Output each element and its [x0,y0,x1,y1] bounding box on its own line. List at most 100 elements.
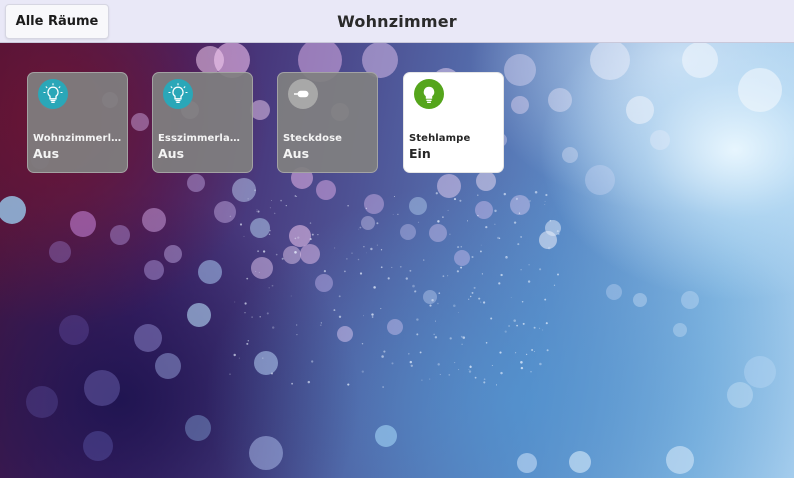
device-name: Esszimmerlam… [158,133,248,144]
sparkle-dot [361,342,364,345]
bokeh-spot [364,194,384,214]
sparkle-dot [448,374,451,376]
sparkle-dot [539,327,541,329]
bokeh-spot [400,224,416,240]
sparkle-dot [334,247,336,249]
sparkle-dot [479,250,482,253]
sparkle-dot [454,362,456,364]
sparkle-dot [471,291,474,294]
sparkle-dot [271,200,272,201]
sparkle-dot [557,233,560,235]
sparkle-dot [457,311,459,313]
sparkle-dot [294,251,297,254]
sparkle-dot [359,272,363,275]
sparkle-dot [539,362,542,366]
sparkle-dot [533,326,536,329]
sparkle-dot [437,302,439,305]
bokeh-spot [606,284,622,300]
bokeh-spot [738,68,782,112]
bokeh-spot [251,257,273,279]
sparkle-dot [549,219,552,222]
sparkle-dot [392,213,394,215]
sparkle-dot [416,333,419,336]
bokeh-spot [196,46,224,74]
sparkle-dot [409,269,412,272]
sparkle-dot [268,233,271,236]
sparkle-dot [365,207,368,209]
bokeh-spot [510,195,530,215]
device-tile-wohnzimmerlampe[interactable]: Wohnzimmerla… Aus [27,72,128,173]
bokeh-spot [49,241,71,263]
bokeh-spot [423,290,437,304]
bokeh-spot [131,113,149,131]
bokeh-spot [666,446,694,474]
device-tile-esszimmerlampe[interactable]: Esszimmerlam… Aus [152,72,253,173]
sparkle-dot [503,192,507,196]
bokeh-spot [164,245,182,263]
bokeh-spot [187,303,211,327]
bokeh-spot [198,260,222,284]
sparkle-dot [460,245,463,248]
sparkle-dot [494,209,497,213]
bokeh-spot [289,225,311,247]
sparkle-dot [531,349,534,351]
bulb-icon [414,79,444,109]
bokeh-spot [387,319,403,335]
bokeh-spot [569,451,591,473]
sparkle-dot [409,360,413,364]
sparkle-dot [294,195,297,197]
sparkle-dot [546,349,549,352]
sparkle-dot [370,247,373,251]
bokeh-spot [511,96,529,114]
sparkle-dot [456,270,460,273]
sparkle-dot [383,350,386,353]
device-state: Aus [283,146,310,161]
bokeh-spot [70,211,96,237]
sparkle-dot [471,255,474,259]
sparkle-dot [468,369,470,371]
sparkle-dot [513,319,516,322]
sparkle-dot [344,270,346,273]
sparkle-dot [545,322,548,325]
sparkle-dot [442,216,444,218]
sparkle-dot [525,353,528,356]
bokeh-spot [59,315,89,345]
sparkle-dot [477,214,479,217]
sparkle-dot [460,335,463,338]
sparkle-dot [496,236,500,240]
sparkle-dot [376,244,378,246]
sparkle-dot [234,301,236,303]
bokeh-spot [548,88,572,112]
sparkle-dot [439,373,441,375]
device-name: Wohnzimmerla… [33,133,123,144]
sparkle-dot [515,352,517,354]
sparkle-dot [351,252,353,254]
sparkle-dot [530,370,532,373]
sparkle-dot [544,203,546,206]
bokeh-spot [476,171,496,191]
sparkle-dot [244,312,246,314]
sparkle-dot [517,243,520,246]
sparkle-dot [376,222,379,225]
sparkle-dot [447,275,449,277]
all-rooms-button[interactable]: Alle Räume [5,4,109,39]
device-tile-stehlampe[interactable]: Stehlampe Ein [403,72,504,173]
sparkle-dot [317,234,319,236]
sparkle-dot [483,381,486,384]
bokeh-spot [84,370,120,406]
sparkle-dot [363,245,365,248]
sparkle-dot [371,316,374,318]
sparkle-dot [547,246,551,250]
sparkle-dot [380,308,382,310]
sparkle-dot [246,277,249,280]
sparkle-dot [239,223,243,226]
sparkle-dot [457,246,460,249]
sparkle-dot [285,204,287,207]
sparkle-dot [257,250,260,253]
device-state: Aus [33,146,60,161]
sparkle-dot [473,286,476,289]
sparkle-dot [410,364,413,367]
sparkle-dot [243,235,245,237]
device-tile-steckdose[interactable]: Steckdose Aus [277,72,378,173]
sparkle-dot [266,312,269,315]
